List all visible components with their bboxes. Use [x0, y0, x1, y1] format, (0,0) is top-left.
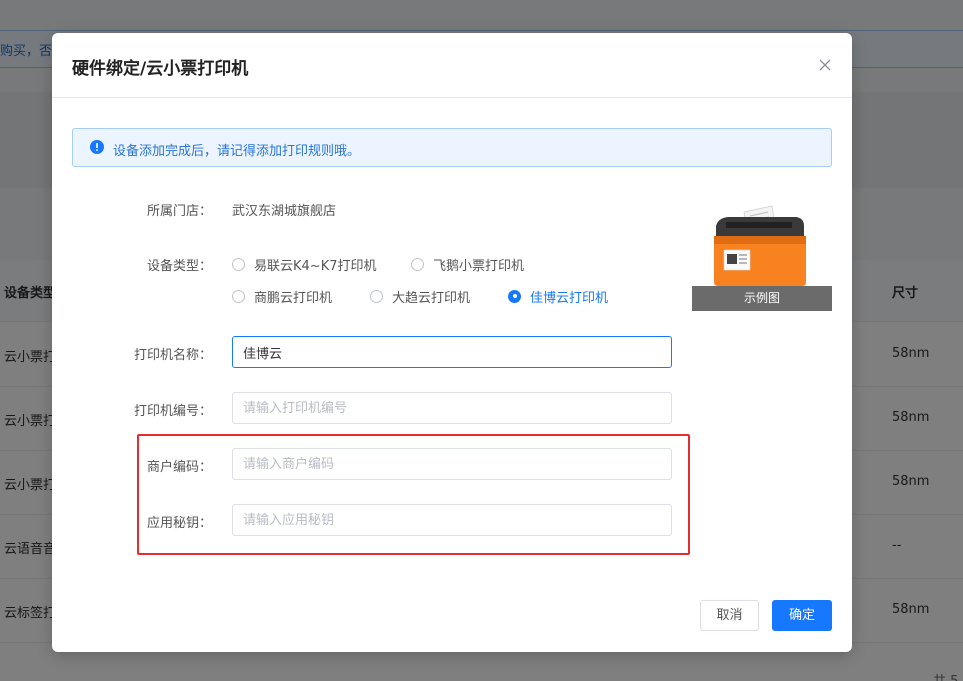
radio-circle: [370, 289, 383, 303]
example-image-caption: 示例图: [692, 286, 832, 311]
printer-number-input[interactable]: [232, 392, 672, 424]
device-type-label: 设备类型：: [146, 259, 212, 274]
radio-feie[interactable]: 飞鹅小票打印机: [411, 255, 525, 274]
info-alert: 设备添加完成后，请记得添加打印规则哦。: [72, 128, 832, 167]
radio-circle: [232, 289, 245, 303]
example-printer-image: 示例图: [692, 198, 832, 312]
radio-label: 大趋云打印机: [392, 290, 471, 306]
radio-label: 佳博云打印机: [530, 290, 609, 306]
radio-label: 易联云K4~K7打印机: [254, 258, 377, 274]
close-icon[interactable]: [814, 54, 836, 76]
radio-jiabo[interactable]: 佳博云打印机: [508, 287, 609, 306]
radio-circle-checked: [508, 289, 521, 303]
app-secret-label: 应用秘钥：: [146, 516, 212, 531]
store-label: 所属门店：: [146, 204, 212, 219]
radio-label: 飞鹅小票打印机: [433, 258, 525, 274]
confirm-button[interactable]: 确定: [772, 600, 832, 631]
alert-text: 设备添加完成后，请记得添加打印规则哦。: [113, 144, 361, 159]
hardware-binding-dialog: 硬件绑定/云小票打印机 设备添加完成后，请记得添加打印规则哦。 所属门店： 武汉…: [52, 33, 852, 652]
radio-daqu[interactable]: 大趋云打印机: [370, 287, 471, 306]
radio-label: 商鹏云打印机: [254, 290, 333, 306]
radio-circle: [232, 257, 245, 271]
radio-circle: [411, 257, 424, 271]
radio-yilianyun[interactable]: 易联云K4~K7打印机: [232, 255, 377, 274]
merchant-code-input[interactable]: [232, 448, 672, 480]
printer-number-label: 打印机编号：: [133, 404, 212, 419]
radio-shangpeng[interactable]: 商鹏云打印机: [232, 287, 333, 306]
info-icon: [90, 140, 104, 154]
store-value: 武汉东湖城旗舰店: [232, 204, 337, 219]
app-secret-input[interactable]: [232, 504, 672, 536]
printer-name-label: 打印机名称：: [133, 348, 212, 363]
cancel-button[interactable]: 取消: [700, 600, 759, 631]
dialog-header: 硬件绑定/云小票打印机: [52, 33, 852, 98]
printer-name-input[interactable]: [232, 336, 672, 368]
printer-image: [714, 205, 806, 286]
dialog-title: 硬件绑定/云小票打印机: [72, 59, 249, 79]
merchant-code-label: 商户编码：: [146, 460, 212, 475]
